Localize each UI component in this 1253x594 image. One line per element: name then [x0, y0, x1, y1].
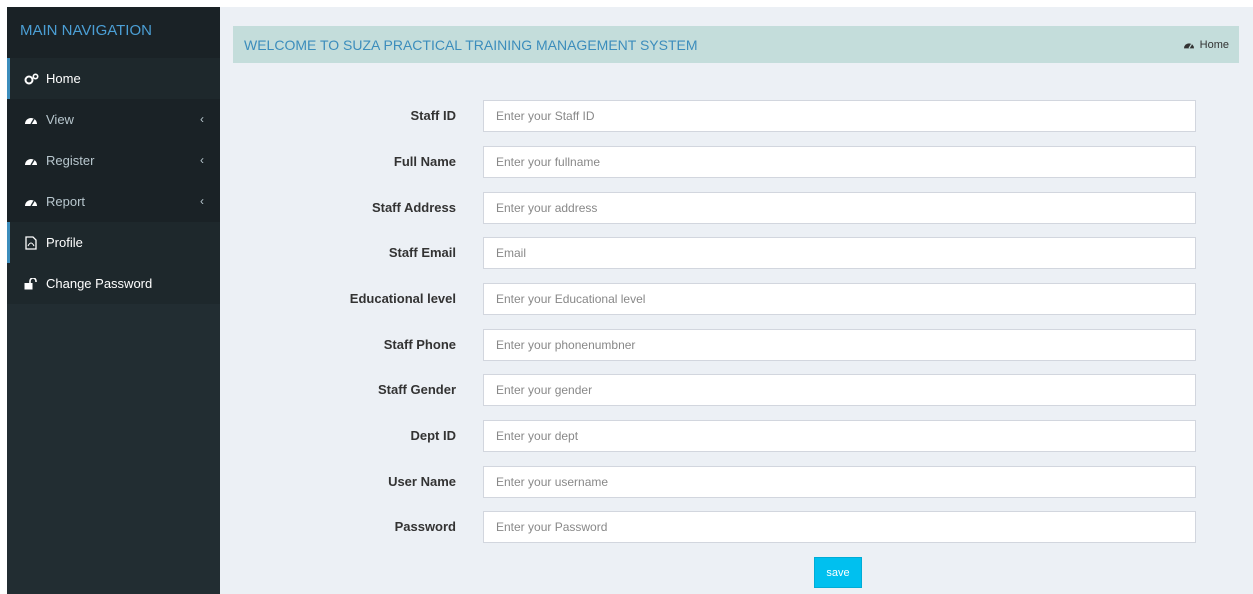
sidebar-item-label: Home	[46, 71, 81, 86]
sidebar-item-report[interactable]: Report ‹	[7, 181, 220, 222]
page-title: WELCOME TO SUZA PRACTICAL TRAINING MANAG…	[244, 36, 698, 53]
staff-gender-input[interactable]	[483, 374, 1196, 406]
save-button[interactable]: save	[814, 557, 862, 588]
sidebar-item-label: Register	[46, 153, 95, 168]
chevron-left-icon: ‹	[200, 153, 204, 167]
sidebar-item-label: Report	[46, 194, 86, 209]
sidebar-item-label: Profile	[46, 235, 83, 250]
sidebar-item-change-password[interactable]: Change Password	[7, 263, 220, 304]
sidebar-item-label: Change Password	[46, 276, 153, 291]
dept-id-label: Dept ID	[410, 428, 457, 443]
staff-phone-label: Staff Phone	[383, 337, 456, 352]
dashboard-icon	[23, 113, 39, 127]
sidebar-item-view[interactable]: View ‹	[7, 99, 220, 140]
chevron-left-icon: ‹	[200, 112, 204, 126]
password-input[interactable]	[483, 511, 1196, 543]
sidebar-item-home[interactable]: Home	[7, 58, 220, 99]
dept-id-input[interactable]	[483, 420, 1196, 452]
breadcrumb-home-label: Home	[1199, 38, 1229, 51]
staff-gender-label: Staff Gender	[377, 382, 456, 397]
user-name-input[interactable]	[483, 466, 1196, 498]
form-row-user-name: User Name	[220, 466, 1253, 498]
dashboard-icon	[23, 154, 39, 168]
staff-email-input[interactable]	[483, 237, 1196, 269]
user-name-label: User Name	[388, 474, 456, 489]
password-label: Password	[394, 519, 456, 534]
sidebar-item-profile[interactable]: Profile	[7, 222, 220, 263]
breadcrumb-home[interactable]: Home	[1183, 39, 1229, 51]
form-row-dept-id: Dept ID	[220, 420, 1253, 452]
staff-id-label: Staff ID	[410, 108, 457, 123]
sidebar-item-label: View	[46, 112, 74, 127]
staff-id-input[interactable]	[483, 100, 1196, 132]
dashboard-icon	[1183, 42, 1194, 49]
educational-level-label: Educational level	[349, 291, 456, 306]
staff-address-input[interactable]	[483, 192, 1196, 224]
sidebar: MAIN NAVIGATION Home View ‹ Register ‹ R…	[7, 7, 220, 594]
staff-address-label: Staff Address	[371, 200, 456, 215]
form-row-full-name: Full Name	[220, 146, 1253, 178]
form-row-staff-address: Staff Address	[220, 192, 1253, 224]
form-row-educational-level: Educational level	[220, 283, 1253, 315]
form-row-password: Password	[220, 511, 1253, 543]
cogs-icon	[23, 72, 39, 86]
form-row-staff-email: Staff Email	[220, 237, 1253, 269]
main-content: WELCOME TO SUZA PRACTICAL TRAINING MANAG…	[220, 7, 1253, 594]
dashboard-icon	[23, 195, 39, 209]
form-row-staff-id: Staff ID	[220, 100, 1253, 132]
chevron-left-icon: ‹	[200, 194, 204, 208]
sidebar-item-register[interactable]: Register ‹	[7, 140, 220, 181]
form-row-staff-phone: Staff Phone	[220, 329, 1253, 361]
staff-phone-input[interactable]	[483, 329, 1196, 361]
file-pdf-icon	[23, 235, 39, 250]
form-row-staff-gender: Staff Gender	[220, 374, 1253, 406]
welcome-banner: WELCOME TO SUZA PRACTICAL TRAINING MANAG…	[233, 26, 1239, 63]
full-name-label: Full Name	[393, 154, 456, 169]
unlock-icon	[23, 277, 39, 291]
staff-email-label: Staff Email	[388, 245, 456, 260]
educational-level-input[interactable]	[483, 283, 1196, 315]
full-name-input[interactable]	[483, 146, 1196, 178]
main-navigation-header: MAIN NAVIGATION	[7, 7, 220, 58]
